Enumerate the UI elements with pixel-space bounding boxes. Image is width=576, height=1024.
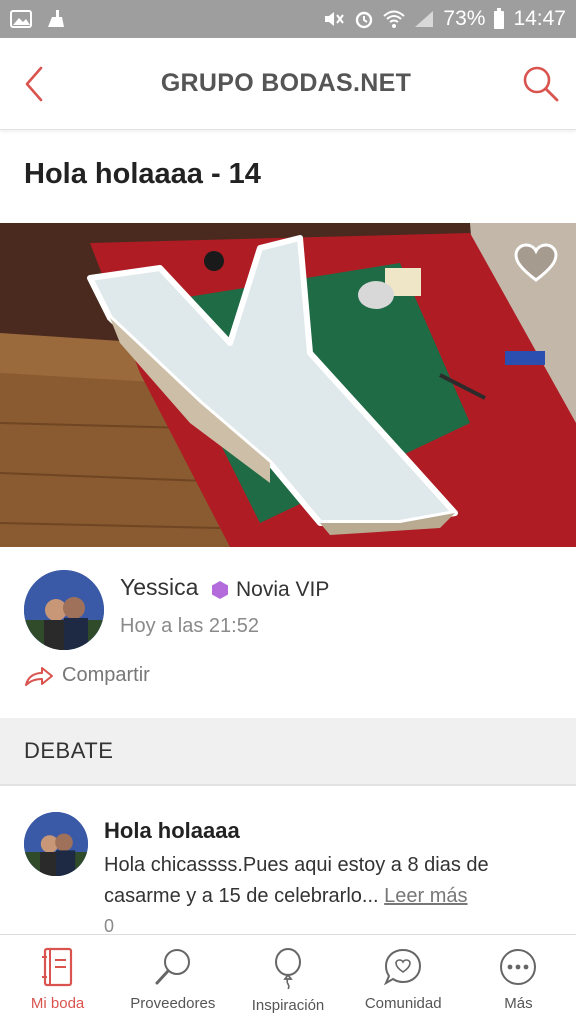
post-author: Yessica Novia VIP Hoy a las 21:52 xyxy=(24,570,554,654)
bottom-navigation: Mi boda Proveedores Inspiración Comunida… xyxy=(0,934,576,1024)
chat-heart-icon xyxy=(384,948,422,986)
wifi-icon xyxy=(383,10,406,28)
nav-label: Mi boda xyxy=(30,995,85,1012)
nav-inspiracion[interactable]: Inspiración xyxy=(230,935,345,1024)
nav-label: Inspiración xyxy=(251,997,325,1014)
back-button[interactable] xyxy=(2,38,66,130)
post-title: Hola holaaaa - 14 xyxy=(24,158,261,190)
read-more-link[interactable]: Leer más xyxy=(384,885,467,907)
vip-badge: Novia VIP xyxy=(212,578,329,602)
magnifier-icon xyxy=(155,949,190,985)
comment-body: Hola chicassss.Pues aqui estoy a 8 dias … xyxy=(104,850,544,912)
comment-title: Hola holaaaa xyxy=(104,818,240,843)
post-photo[interactable] xyxy=(0,223,576,547)
nav-mi-boda[interactable]: Mi boda xyxy=(0,935,115,1024)
mute-icon xyxy=(325,12,345,26)
nav-mas[interactable]: Más xyxy=(461,935,576,1024)
app-header: GRUPO BODAS.NET xyxy=(0,38,576,130)
debate-section-header: DEBATE xyxy=(0,718,576,786)
nav-label: Comunidad xyxy=(364,995,442,1012)
comment-count: 0 xyxy=(104,916,115,934)
nav-label: Más xyxy=(504,995,533,1012)
lit-letter-y-illustration xyxy=(0,223,576,547)
heart-icon xyxy=(514,243,558,282)
more-icon xyxy=(500,949,537,985)
app-title: GRUPO BODAS.NET xyxy=(160,69,412,97)
clock: 14:47 xyxy=(513,7,566,30)
author-avatar[interactable] xyxy=(24,570,104,650)
share-button[interactable]: Compartir xyxy=(24,664,150,687)
hexagon-badge-icon xyxy=(212,581,228,599)
commenter-avatar[interactable] xyxy=(24,812,88,876)
battery-icon xyxy=(494,8,505,29)
post-timestamp: Hoy a las 21:52 xyxy=(120,615,259,637)
status-bar: 73% 14:47 xyxy=(0,0,576,38)
battery-percent: 73% xyxy=(443,7,486,30)
favorite-button[interactable] xyxy=(514,243,558,283)
share-label: Compartir xyxy=(62,664,150,686)
debate-comment[interactable]: Hola holaaaa Hola chicassss.Pues aqui es… xyxy=(0,800,576,934)
gallery-icon xyxy=(10,10,32,28)
search-button[interactable] xyxy=(506,38,576,130)
cleaner-icon xyxy=(48,10,64,27)
share-arrow-icon xyxy=(25,666,53,686)
notebook-icon xyxy=(41,947,72,987)
search-icon xyxy=(523,66,559,101)
nav-comunidad[interactable]: Comunidad xyxy=(346,935,461,1024)
signal-icon xyxy=(415,11,434,27)
nav-proveedores[interactable]: Proveedores xyxy=(115,935,230,1024)
nav-label: Proveedores xyxy=(130,995,216,1012)
chevron-left-icon xyxy=(25,66,43,101)
vip-badge-label: Novia VIP xyxy=(236,578,330,601)
author-name[interactable]: Yessica xyxy=(120,574,198,601)
balloon-icon xyxy=(275,948,301,989)
alarm-icon xyxy=(356,11,373,29)
